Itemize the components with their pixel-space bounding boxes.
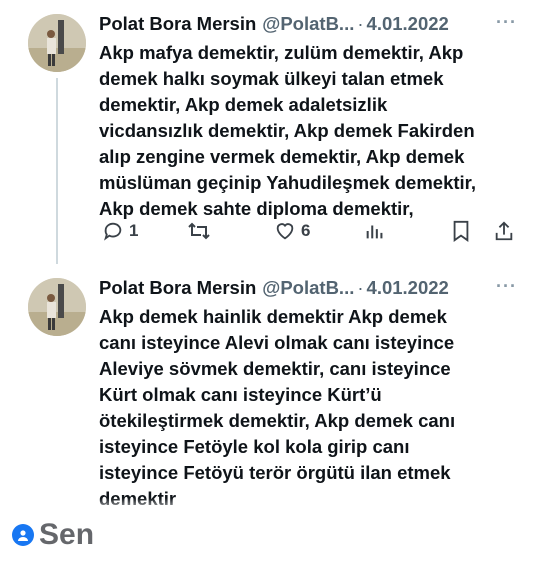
sen-badge-icon — [12, 524, 34, 546]
tweet-text-line: Akp demek hainlik demektir Akp demek — [99, 306, 447, 327]
reply-button[interactable]: 1 — [102, 220, 138, 242]
reply-count: 1 — [129, 221, 139, 240]
like-button[interactable]: 6 — [274, 220, 310, 242]
views-icon — [364, 220, 386, 242]
tweet-text: Akp mafya demektir, zulüm demektir, Akp … — [99, 40, 539, 222]
tweet-text-line: Aleviye sövmek demektir, canı isteyince — [99, 358, 451, 379]
tweet-text-line: müslüman geçinip Yahudileşmek demektir, — [99, 172, 476, 193]
tweet-date[interactable]: 4.01.2022 — [367, 13, 449, 35]
views-button[interactable] — [364, 220, 386, 242]
tweet-text-line: demektir, Akp demek adaletsizlik — [99, 94, 388, 115]
sen-label: Sen — [39, 518, 95, 551]
sen-indicator[interactable]: Sen — [12, 518, 94, 552]
cutoff-fade — [0, 498, 545, 514]
share-icon — [493, 220, 515, 242]
tweet-1[interactable]: Polat Bora Mersin @PolatB... · 4.01.2022… — [0, 0, 545, 262]
tweet-header: Polat Bora Mersin @PolatB... · 4.01.2022… — [99, 276, 535, 300]
tweet-text-line: Akp mafya demektir, zulüm demektir, Akp — [99, 42, 464, 63]
author-avatar[interactable] — [28, 14, 86, 72]
author-name[interactable]: Polat Bora Mersin — [99, 13, 256, 35]
bookmark-button[interactable] — [451, 220, 471, 242]
share-button[interactable] — [493, 220, 515, 242]
tweet-date[interactable]: 4.01.2022 — [367, 277, 449, 299]
author-handle[interactable]: @PolatB... — [262, 277, 354, 299]
author-avatar[interactable] — [28, 278, 86, 336]
like-icon — [274, 220, 296, 242]
tweet-text-line: canı isteyince Alevi olmak canı isteyinc… — [99, 332, 455, 353]
author-handle[interactable]: @PolatB... — [262, 13, 354, 35]
author-name[interactable]: Polat Bora Mersin — [99, 277, 256, 299]
tweet-header: Polat Bora Mersin @PolatB... · 4.01.2022… — [99, 12, 535, 36]
header-separator: · — [357, 13, 364, 34]
tweet-text-line: ötekileştirmek demektir, Akp demek canı — [99, 410, 456, 431]
retweet-icon — [187, 220, 211, 242]
more-icon[interactable]: ··· — [496, 276, 517, 297]
tweet-text-line: vicdansızlık demektir, Akp demek Fakirde… — [99, 120, 475, 141]
tweet-actions: 1 6 — [99, 220, 524, 246]
tweet-text-line: demek halkı soymak ülkeyi talan etmek — [99, 68, 444, 89]
tweet-2[interactable]: Polat Bora Mersin @PolatB... · 4.01.2022… — [0, 264, 545, 514]
bookmark-icon — [451, 220, 471, 242]
tweet-text-line: isteyince Fetöyle kol kola girip canı — [99, 436, 410, 457]
header-separator: · — [357, 277, 364, 298]
tweet-text-line: Akp demek sahte diploma demektir, — [99, 198, 414, 219]
tweet-text-line: alıp zengine vermek demektir, Akp demek — [99, 146, 465, 167]
tweet-text-line: isteyince Fetöyü terör örgütü ilan etmek — [99, 462, 451, 483]
tweet-text: Akp demek hainlik demektir Akp demek can… — [99, 304, 539, 512]
more-icon[interactable]: ··· — [496, 12, 517, 33]
retweet-button[interactable] — [187, 220, 216, 242]
reply-icon — [102, 220, 124, 242]
like-count: 6 — [301, 221, 311, 240]
tweet-text-line: Kürt olmak canı isteyince Kürt’ü — [99, 384, 382, 405]
